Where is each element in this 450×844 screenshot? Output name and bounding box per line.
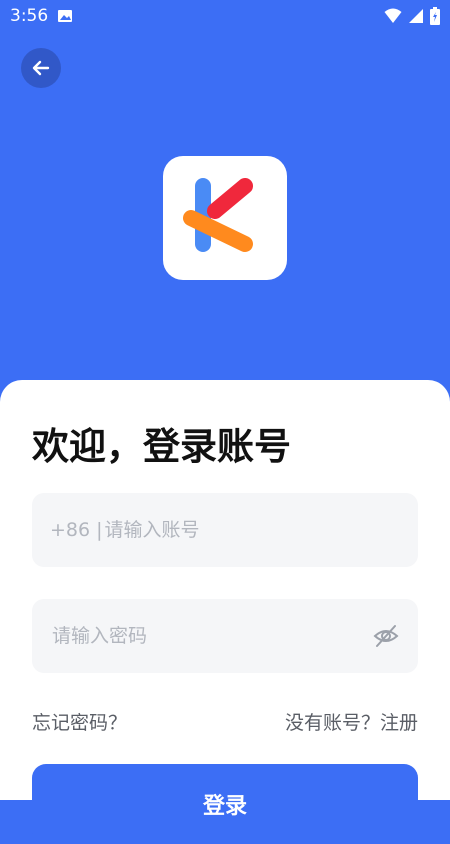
app-logo xyxy=(163,156,287,280)
wifi-icon xyxy=(384,8,402,23)
eye-off-icon[interactable] xyxy=(372,622,400,650)
battery-icon xyxy=(430,7,440,25)
page-title: 欢迎，登录账号 xyxy=(32,425,291,468)
password-input[interactable] xyxy=(50,624,372,648)
app-logo-icon xyxy=(183,178,253,252)
signal-icon xyxy=(409,9,423,23)
account-input[interactable] xyxy=(102,518,400,542)
register-link[interactable]: 没有账号？注册 xyxy=(285,708,418,735)
back-arrow-icon xyxy=(32,60,50,76)
password-field[interactable] xyxy=(32,599,418,673)
image-icon xyxy=(58,10,72,22)
back-button[interactable] xyxy=(21,48,61,88)
status-bar: 3:56 xyxy=(0,0,450,32)
status-time: 3:56 xyxy=(10,6,49,26)
login-button[interactable]: 登录 xyxy=(32,764,418,844)
account-field[interactable]: +86 | xyxy=(32,493,418,567)
country-code-prefix[interactable]: +86 | xyxy=(50,519,103,541)
status-icons xyxy=(384,7,440,25)
forgot-password-link[interactable]: 忘记密码？ xyxy=(32,708,127,735)
